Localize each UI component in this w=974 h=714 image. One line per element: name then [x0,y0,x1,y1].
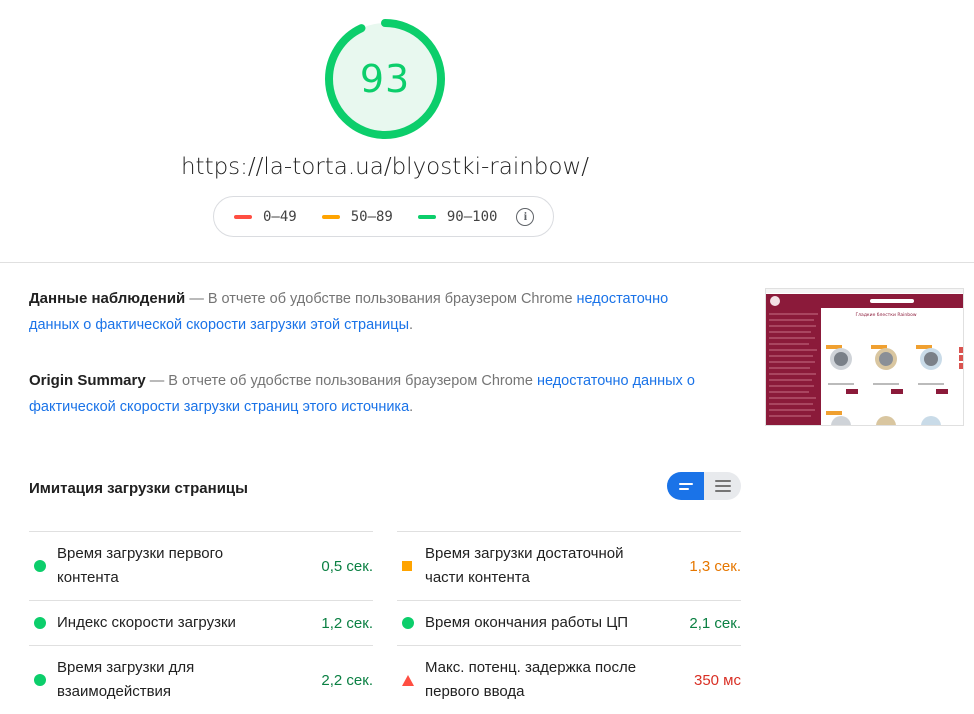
score-value: 93 [359,57,411,101]
view-toggle[interactable] [667,472,741,500]
legend-item-fail: 0–49 [234,209,297,225]
average-square-icon [402,561,412,571]
legend-swatch-fail [234,214,252,219]
fail-triangle-icon [402,674,414,686]
score-legend: 0–49 50–89 90–100 i [213,196,554,237]
metric-value: 350 мс [693,671,741,689]
metric-first-meaningful-paint: Время загрузки достаточной части контент… [397,531,741,600]
metric-first-cpu-idle: Время окончания работы ЦП 2,1 сек. [397,600,741,645]
metric-value: 1,2 сек. [321,614,373,632]
lab-data-title: Имитация загрузки страницы [29,480,248,497]
metric-label: Время окончания работы ЦП [425,614,629,631]
section-divider [0,262,974,263]
field-data-section: Данные наблюдений — В отчете об удобстве… [29,286,699,338]
metric-label: Время загрузки достаточной части контент… [425,545,624,586]
legend-label-pass: 90–100 [446,208,498,225]
metric-time-to-interactive: Время загрузки для взаимодействия 2,2 се… [29,645,373,714]
thumbnail-heading: Гладкие блестки Rainbow [855,312,916,318]
origin-summary-title: Origin Summary [29,372,146,389]
origin-summary-text: — В отчете об удобстве пользования брауз… [149,373,533,389]
field-data-suffix: . [409,317,414,333]
metric-label: Время загрузки первого контента [57,545,224,586]
legend-item-pass: 90–100 [417,208,498,225]
legend-swatch-average [321,214,340,219]
metric-value: 2,2 сек. [321,671,373,689]
expanded-view-icon[interactable] [704,472,741,500]
metric-label: Индекс скорости загрузки [57,614,236,631]
metric-value: 1,3 сек. [689,557,741,575]
metric-first-contentful-paint: Время загрузки первого контента 0,5 сек. [29,531,373,600]
metrics-column-right: Время загрузки достаточной части контент… [397,531,741,714]
legend-label-fail: 0–49 [263,208,297,225]
metric-value: 0,5 сек. [321,557,373,575]
field-data-text: — В отчете об удобстве пользования брауз… [189,291,573,307]
thumbnail-drawing: Гладкие блестки Rainbow [766,289,963,425]
pass-dot-icon [34,674,46,686]
page-url: https://la-torta.ua/blyostki-rainbow/ [180,154,590,180]
metric-label: Время загрузки для взаимодействия [57,659,195,700]
field-data-title: Данные наблюдений [29,290,186,307]
info-icon[interactable]: i [516,207,535,226]
list-view-icon[interactable] [667,472,704,500]
origin-summary-suffix: . [409,399,414,415]
page-screenshot-thumbnail: Гладкие блестки Rainbow [765,288,964,426]
legend-item-average: 50–89 [321,208,393,225]
metric-label: Макс. потенц. задержка после первого вво… [425,659,637,700]
metric-value: 2,1 сек. [689,614,741,632]
metric-max-potential-fid: Макс. потенц. задержка после первого вво… [397,645,741,714]
pass-dot-icon [402,617,414,629]
metric-speed-index: Индекс скорости загрузки 1,2 сек. [29,600,373,645]
legend-swatch-pass [417,214,436,219]
legend-label-average: 50–89 [350,208,393,225]
pass-dot-icon [34,617,46,629]
metrics-column-left: Время загрузки первого контента 0,5 сек.… [29,531,373,714]
pass-dot-icon [34,560,46,572]
origin-summary-section: Origin Summary — В отчете об удобстве по… [29,368,699,420]
